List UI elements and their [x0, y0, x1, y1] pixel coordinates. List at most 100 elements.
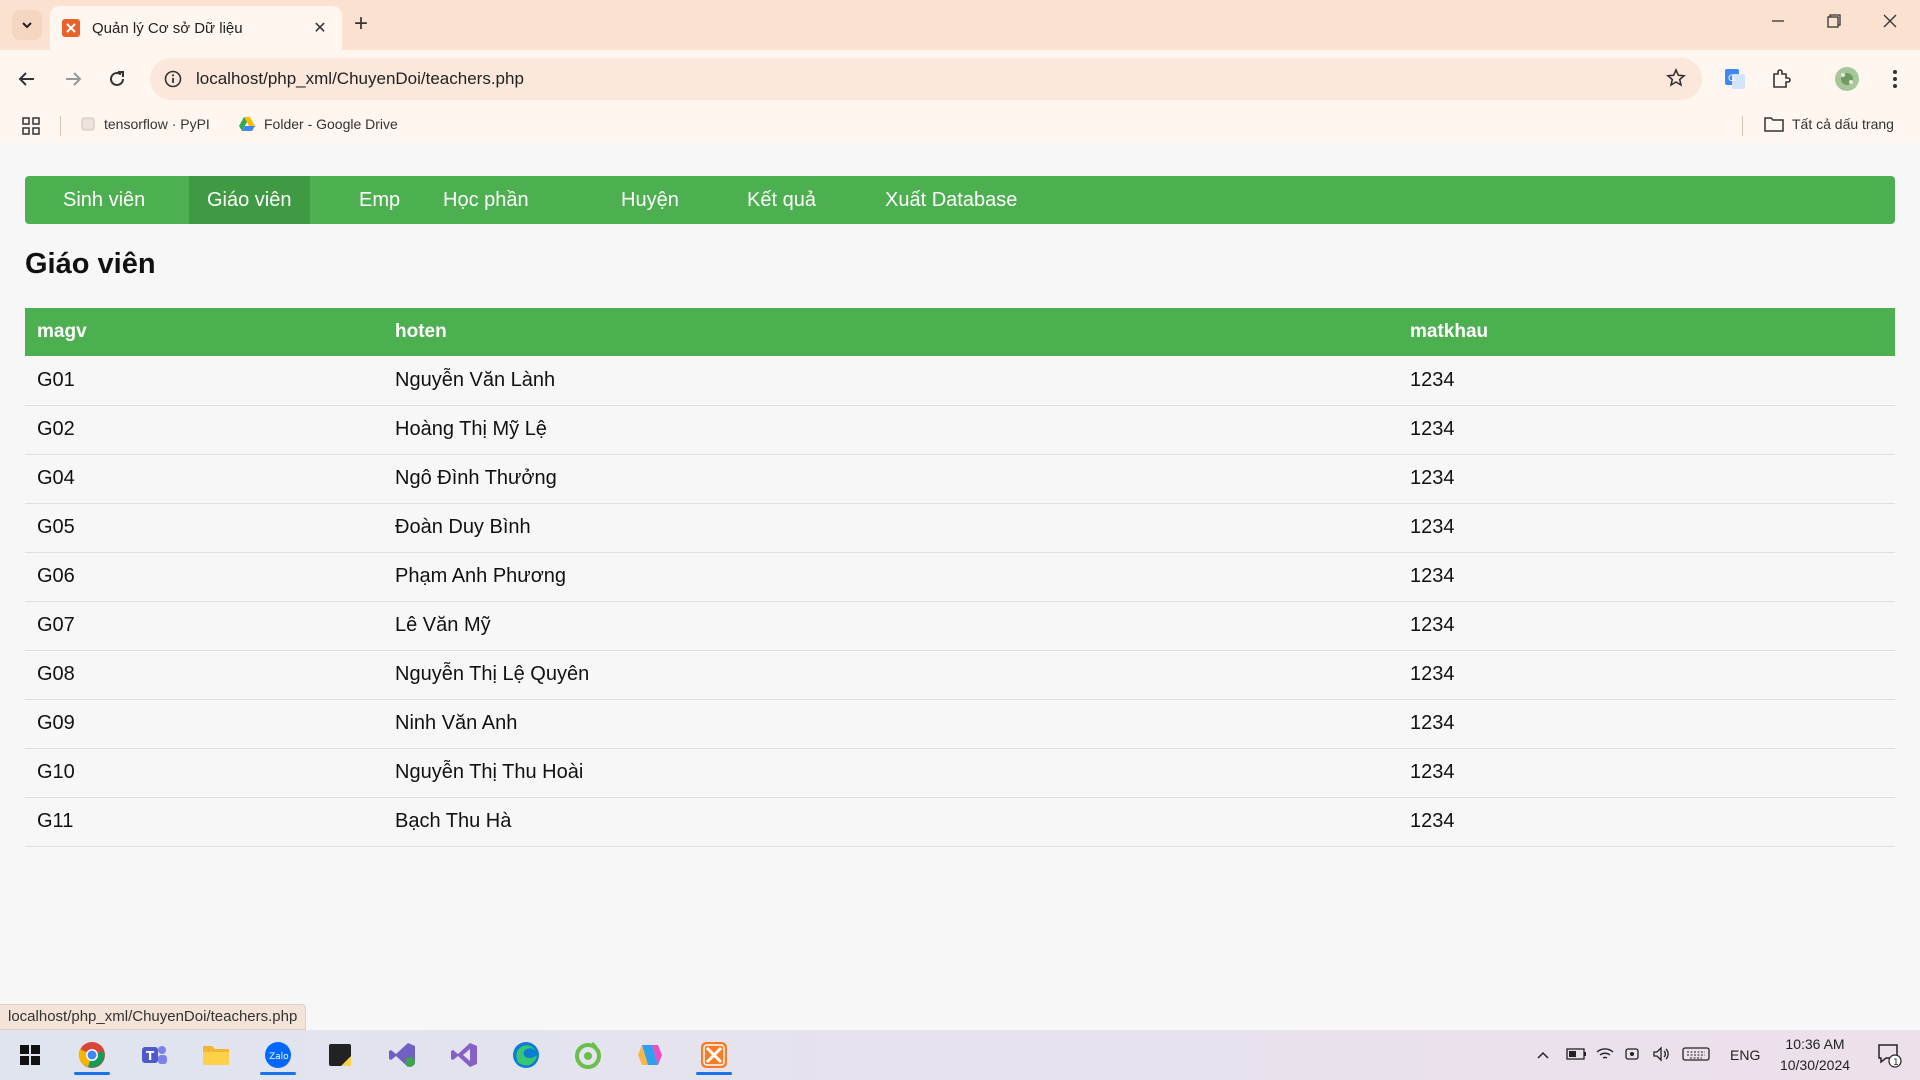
- forward-button[interactable]: [60, 66, 86, 92]
- google-drive-icon: [239, 117, 255, 131]
- cell-matkhau: 1234: [1398, 503, 1895, 553]
- profile-avatar[interactable]: [1834, 66, 1860, 92]
- system-tray: ENG: [1536, 1030, 1760, 1080]
- tab-search-button[interactable]: [12, 10, 42, 40]
- cell-matkhau: 1234: [1398, 601, 1895, 651]
- folder-icon: [1764, 117, 1784, 132]
- back-button[interactable]: [14, 66, 40, 92]
- clock-date: 10/30/2024: [1779, 1057, 1851, 1073]
- wifi-icon[interactable]: [1596, 1047, 1624, 1064]
- apps-grid-icon[interactable]: [22, 117, 40, 135]
- windows-taskbar: T Zalo ENG 10:36 AM 10/30/2024 1: [0, 1030, 1920, 1080]
- table-row: G10 Nguyễn Thị Thu Hoài 1234: [25, 748, 1895, 798]
- nav-item-ket-qua[interactable]: Kết quả: [729, 176, 834, 224]
- cell-magv: G01: [25, 356, 383, 406]
- table-row: G08 Nguyễn Thị Lệ Quyên 1234: [25, 650, 1895, 700]
- cell-magv: G05: [25, 503, 383, 553]
- chrome-taskbar-icon[interactable]: [66, 1035, 118, 1075]
- arrow-right-icon: [66, 72, 82, 86]
- page-title: Giáo viên: [25, 248, 156, 280]
- cell-magv: G10: [25, 748, 383, 798]
- column-header-matkhau: matkhau: [1398, 308, 1895, 356]
- input-language[interactable]: ENG: [1730, 1047, 1760, 1063]
- new-tab-button[interactable]: +: [354, 12, 368, 36]
- google-translate-icon[interactable]: G: [1722, 66, 1748, 92]
- sticky-notes-taskbar-icon[interactable]: [314, 1035, 366, 1075]
- nav-item-giao-vien[interactable]: Giáo viên: [189, 176, 310, 224]
- all-bookmarks-button[interactable]: Tất cả dấu trang: [1764, 116, 1894, 132]
- column-header-magv: magv: [25, 308, 383, 356]
- notification-center-icon[interactable]: 1: [1864, 1035, 1914, 1075]
- reload-button[interactable]: [104, 66, 130, 92]
- active-tab[interactable]: Quản lý Cơ sở Dữ liệu ✕: [50, 6, 342, 50]
- zalo-taskbar-icon[interactable]: Zalo: [252, 1035, 304, 1075]
- all-bookmarks-label: Tất cả dấu trang: [1792, 116, 1894, 132]
- link-status-bubble: localhost/php_xml/ChuyenDoi/teachers.php: [0, 1004, 307, 1030]
- svg-text:G: G: [1728, 74, 1735, 84]
- reload-icon: [110, 71, 124, 86]
- visual-studio-taskbar-icon[interactable]: [438, 1035, 490, 1075]
- nav-item-hoc-phan[interactable]: Học phần: [425, 176, 547, 224]
- close-tab-icon[interactable]: ✕: [310, 18, 330, 38]
- table-row: G11 Bạch Thu Hà 1234: [25, 797, 1895, 847]
- cell-magv: G07: [25, 601, 383, 651]
- extensions-puzzle-icon[interactable]: [1768, 66, 1794, 92]
- coc-coc-taskbar-icon[interactable]: [562, 1035, 614, 1075]
- cell-matkhau: 1234: [1398, 552, 1895, 602]
- site-info-icon[interactable]: [164, 70, 182, 88]
- battery-icon[interactable]: [1566, 1047, 1596, 1063]
- url-text[interactable]: localhost/php_xml/ChuyenDoi/teachers.php: [196, 69, 524, 89]
- cell-matkhau: 1234: [1398, 356, 1895, 406]
- bookmark-label: Folder - Google Drive: [264, 116, 398, 132]
- nav-item-sinh-vien[interactable]: Sinh viên: [45, 176, 163, 224]
- cell-magv: G04: [25, 454, 383, 504]
- cell-hoten: Lê Văn Mỹ: [383, 601, 1398, 651]
- browser-menu-icon[interactable]: [1882, 66, 1908, 92]
- cell-matkhau: 1234: [1398, 650, 1895, 700]
- cell-magv: G09: [25, 699, 383, 749]
- arrow-left-icon: [18, 72, 34, 86]
- nav-item-xuat-database[interactable]: Xuất Database: [867, 176, 1035, 224]
- file-explorer-taskbar-icon[interactable]: [190, 1035, 242, 1075]
- restore-icon[interactable]: [1814, 12, 1854, 33]
- bookmarks-bar: tensorflow · PyPI Folder - Google Drive …: [0, 108, 1920, 142]
- web-page: Sinh viên Giáo viên Emp Học phần Huyện K…: [0, 142, 1920, 1030]
- volume-icon[interactable]: [1652, 1045, 1682, 1065]
- cell-magv: G11: [25, 797, 383, 847]
- close-window-icon[interactable]: [1870, 12, 1910, 33]
- svg-text:T: T: [146, 1049, 155, 1063]
- show-hidden-icons-icon[interactable]: [1536, 1047, 1562, 1063]
- cell-hoten: Hoàng Thị Mỹ Lệ: [383, 405, 1398, 455]
- cell-matkhau: 1234: [1398, 454, 1895, 504]
- nav-item-emp[interactable]: Emp: [341, 176, 418, 224]
- chevron-down-icon: [22, 22, 32, 29]
- main-navbar: Sinh viên Giáo viên Emp Học phần Huyện K…: [25, 176, 1895, 224]
- cell-hoten: Ninh Văn Anh: [383, 699, 1398, 749]
- address-bar[interactable]: localhost/php_xml/ChuyenDoi/teachers.php: [150, 58, 1702, 100]
- windows-start-icon[interactable]: [4, 1035, 56, 1075]
- copilot-taskbar-icon[interactable]: [624, 1035, 676, 1075]
- table-row: G02 Hoàng Thị Mỹ Lệ 1234: [25, 405, 1895, 455]
- nav-item-huyen[interactable]: Huyện: [603, 176, 697, 224]
- cell-hoten: Nguyễn Văn Lành: [383, 356, 1398, 406]
- table-header-row: magv hoten matkhau: [25, 308, 1895, 356]
- teams-taskbar-icon[interactable]: T: [128, 1035, 180, 1075]
- cell-hoten: Bạch Thu Hà: [383, 797, 1398, 847]
- edge-taskbar-icon[interactable]: [500, 1035, 552, 1075]
- notification-count: 1: [1893, 1058, 1899, 1068]
- bookmark-tensorflow[interactable]: tensorflow · PyPI: [80, 116, 210, 132]
- minimize-icon[interactable]: [1758, 12, 1798, 33]
- table-row: G04 Ngô Đình Thưởng 1234: [25, 454, 1895, 504]
- visual-studio-installer-taskbar-icon[interactable]: [376, 1035, 428, 1075]
- system-clock[interactable]: 10:36 AM 10/30/2024: [1770, 1034, 1860, 1076]
- cell-matkhau: 1234: [1398, 405, 1895, 455]
- svg-text:Zalo: Zalo: [269, 1052, 289, 1062]
- cell-magv: G06: [25, 552, 383, 602]
- touch-keyboard-icon[interactable]: [1682, 1046, 1722, 1065]
- xampp-taskbar-icon[interactable]: [688, 1035, 740, 1075]
- bookmark-google-drive[interactable]: Folder - Google Drive: [238, 116, 398, 132]
- xampp-favicon-icon: [62, 19, 80, 37]
- bookmark-star-icon[interactable]: [1666, 68, 1686, 93]
- bookmark-separator: [60, 116, 61, 136]
- meet-now-icon[interactable]: [1624, 1046, 1652, 1065]
